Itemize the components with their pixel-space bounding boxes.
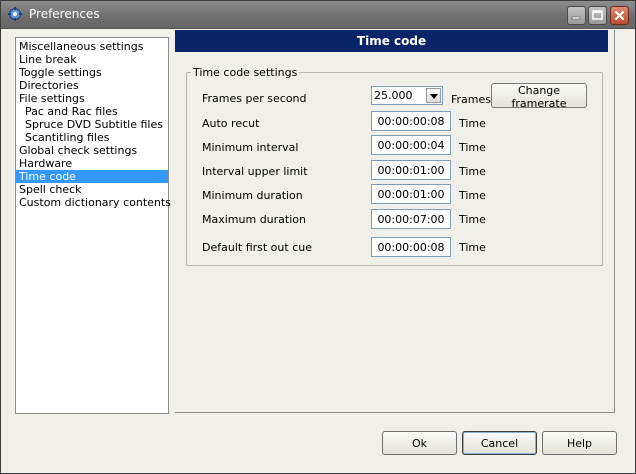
- tree-item-directories[interactable]: Directories: [16, 79, 168, 92]
- tree-item-file-settings[interactable]: File settings: [16, 92, 168, 105]
- close-button[interactable]: [610, 6, 629, 25]
- panel-title: Time code: [175, 30, 608, 52]
- tree-item-miscellaneous-settings[interactable]: Miscellaneous settings: [16, 40, 168, 53]
- tree-item-toggle-settings[interactable]: Toggle settings: [16, 66, 168, 79]
- maximize-button[interactable]: [588, 6, 607, 25]
- minimum-interval-unit: Time: [459, 141, 486, 154]
- group-title: Time code settings: [191, 66, 300, 79]
- interval-upper-limit-label: Interval upper limit: [202, 165, 308, 178]
- minimum-duration-unit: Time: [459, 189, 486, 202]
- tree-item-pac-rac-files[interactable]: Pac and Rac files: [16, 105, 168, 118]
- auto-recut-input[interactable]: [371, 111, 451, 131]
- default-first-out-cue-unit: Time: [459, 241, 486, 254]
- fps-dropdown-button[interactable]: [426, 88, 441, 103]
- window-title: Preferences: [29, 7, 100, 21]
- tree-item-global-check-settings[interactable]: Global check settings: [16, 144, 168, 157]
- minimum-interval-label: Minimum interval: [202, 141, 299, 154]
- change-framerate-button[interactable]: Change framerate: [491, 83, 587, 110]
- maximum-duration-input[interactable]: [371, 209, 451, 229]
- maximum-duration-unit: Time: [459, 213, 486, 226]
- tree-item-scantitling-files[interactable]: Scantitling files: [16, 131, 168, 144]
- maximize-icon: [592, 10, 603, 20]
- minimum-duration-input[interactable]: [371, 184, 451, 204]
- fps-select-value: 25.000: [374, 89, 413, 102]
- fps-unit: Frames: [451, 93, 492, 106]
- preferences-window: Preferences Miscellaneous settings Line …: [0, 0, 636, 474]
- time-code-settings-group: Time code settings Frames per second 25.…: [186, 66, 603, 266]
- tree-item-custom-dictionary-contents[interactable]: Custom dictionary contents: [16, 196, 171, 209]
- time-code-panel: Time code Time code settings Frames per …: [175, 30, 615, 413]
- help-button[interactable]: Help: [542, 431, 617, 455]
- auto-recut-label: Auto recut: [202, 117, 260, 130]
- tree-item-time-code[interactable]: Time code: [16, 170, 168, 183]
- interval-upper-limit-input[interactable]: [371, 160, 451, 180]
- close-icon: [614, 10, 625, 21]
- maximum-duration-label: Maximum duration: [202, 213, 306, 226]
- dialog-client-area: Miscellaneous settings Line break Toggle…: [5, 30, 631, 471]
- chevron-down-icon: [430, 94, 438, 99]
- settings-tree[interactable]: Miscellaneous settings Line break Toggle…: [15, 37, 171, 414]
- tree-item-hardware[interactable]: Hardware: [16, 157, 168, 170]
- auto-recut-unit: Time: [459, 117, 486, 130]
- minimize-button[interactable]: [567, 6, 586, 25]
- fps-label: Frames per second: [202, 92, 307, 105]
- default-first-out-cue-input[interactable]: [371, 237, 451, 257]
- cancel-button[interactable]: Cancel: [462, 431, 537, 455]
- tree-item-spruce-dvd-subtitle-files[interactable]: Spruce DVD Subtitle files: [16, 118, 168, 131]
- title-bar[interactable]: Preferences: [1, 1, 635, 29]
- default-first-out-cue-label: Default first out cue: [202, 241, 312, 254]
- fps-select[interactable]: 25.000: [371, 86, 443, 105]
- minimize-icon: [571, 16, 581, 20]
- ok-button[interactable]: Ok: [382, 431, 457, 455]
- minimum-interval-input[interactable]: [371, 135, 451, 155]
- app-gear-icon: [8, 7, 22, 21]
- interval-upper-limit-unit: Time: [459, 165, 486, 178]
- tree-item-line-break[interactable]: Line break: [16, 53, 168, 66]
- minimum-duration-label: Minimum duration: [202, 189, 303, 202]
- tree-item-spell-check[interactable]: Spell check: [16, 183, 168, 196]
